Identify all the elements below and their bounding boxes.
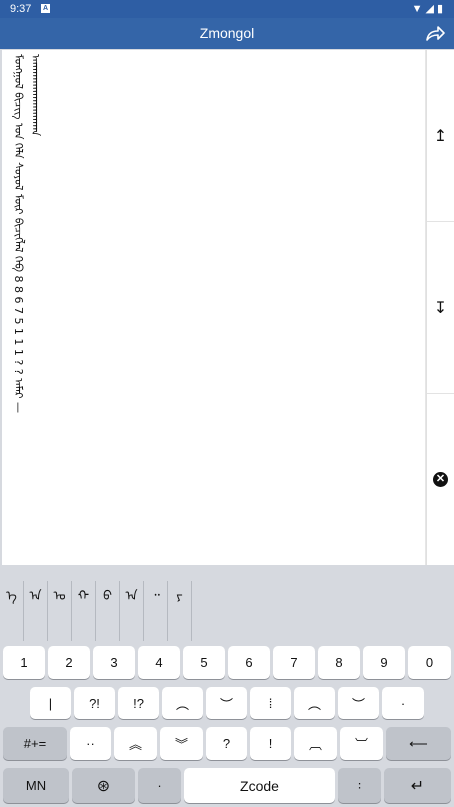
candidate-item[interactable]: ᠬ [72,581,96,641]
candidate-item[interactable]: ᠶ [168,581,192,641]
mongolian-layout-button[interactable]: MN [3,768,69,803]
clear-button[interactable]: ✕ [427,394,454,565]
key-4[interactable]: 4 [138,646,180,679]
key-dot[interactable]: · [138,768,181,803]
key-question-exclaim[interactable]: ?! [74,687,115,719]
key-double-dot[interactable]: ·· [70,727,111,760]
notification-badge-icon: A [41,4,50,13]
key-colon[interactable]: ꞉ [338,768,381,803]
text-line-2: ᠠᠠᠠᠠᠠᠠᠠᠠᠠᠠᠠᠠᠠᠠᠠᠠᠠᠠᠠᠠᠠᠠᠠᠠ [29,54,42,137]
app-title: Zmongol [199,25,255,41]
candidate-item[interactable]: ᠪ [96,581,120,641]
key-bracket-open[interactable]: ︵ [162,687,203,719]
candidate-item[interactable]: ᠠ [120,581,144,641]
candidate-item[interactable]: ᠣ [48,581,72,641]
key-vertical-ellipsis[interactable]: ⁞ [250,687,291,719]
candidate-item[interactable]: ᠡ [0,581,24,641]
key-8[interactable]: 8 [318,646,360,679]
move-down-button[interactable]: ↧ [427,222,454,394]
space-bar[interactable]: Zcode [184,768,335,803]
key-7[interactable]: 7 [273,646,315,679]
candidate-item[interactable]: ᠠ [24,581,48,641]
key-paren-close[interactable]: ︶ [338,687,379,719]
key-1[interactable]: 1 [3,646,45,679]
enter-button[interactable]: ↵ [384,768,451,803]
key-double-angle-open[interactable]: ︽ [114,727,157,760]
key-6[interactable]: 6 [228,646,270,679]
candidate-bar: ᠡ ᠠ ᠣ ᠬ ᠪ ᠠ ᠃ ᠶ [0,567,454,641]
arrow-up-down-icon: ↥ [433,127,448,145]
key-bracket-close[interactable]: ︶ [206,687,247,719]
move-up-button[interactable]: ↥ [427,50,454,222]
key-exclaim[interactable]: ! [250,727,291,760]
status-time: 9:37 [10,3,32,15]
key-0[interactable]: 0 [408,646,451,679]
backspace-button[interactable]: ⟵ [386,727,451,760]
candidate-item[interactable]: ᠃ [144,581,168,641]
key-9[interactable]: 9 [363,646,405,679]
close-circle-icon: ✕ [433,472,448,487]
key-tortoise-open[interactable]: ︹ [294,727,337,760]
key-question[interactable]: ? [206,727,247,760]
status-icons: ▼◢▮ [411,3,446,15]
key-2[interactable]: 2 [48,646,90,679]
key-tortoise-close[interactable]: ︺ [340,727,383,760]
status-bar: 9:37 A ▼◢▮ [0,0,454,18]
key-middle-dot[interactable]: · [382,687,424,719]
mongolian-text-editor[interactable]: ᠮᠣᠩᠭᠣᠯ ᠪᠢᠴᠢᠭ ᠤᠨ ᠬᠡᠯᠡ ᠰᠣᠶᠣᠯ ᠮᠥᠷ ᠪᠢᠴᠢᠭᠯᠡᠯ … [2,50,426,565]
key-exclaim-question[interactable]: !? [118,687,159,719]
key-double-angle-close[interactable]: ︾ [160,727,203,760]
share-icon[interactable] [424,23,446,43]
arrow-down-icon: ↧ [433,299,448,317]
key-vertical-bar[interactable]: | [30,687,71,719]
tool-panel: ↥ ↧ ✕ [426,50,454,565]
key-3[interactable]: 3 [93,646,135,679]
app-bar: Zmongol [0,18,454,49]
key-paren-open[interactable]: ︵ [294,687,335,719]
globe-icon[interactable]: ⊛ [72,768,135,803]
symbols-toggle-button[interactable]: #+= [3,727,67,760]
key-5[interactable]: 5 [183,646,225,679]
